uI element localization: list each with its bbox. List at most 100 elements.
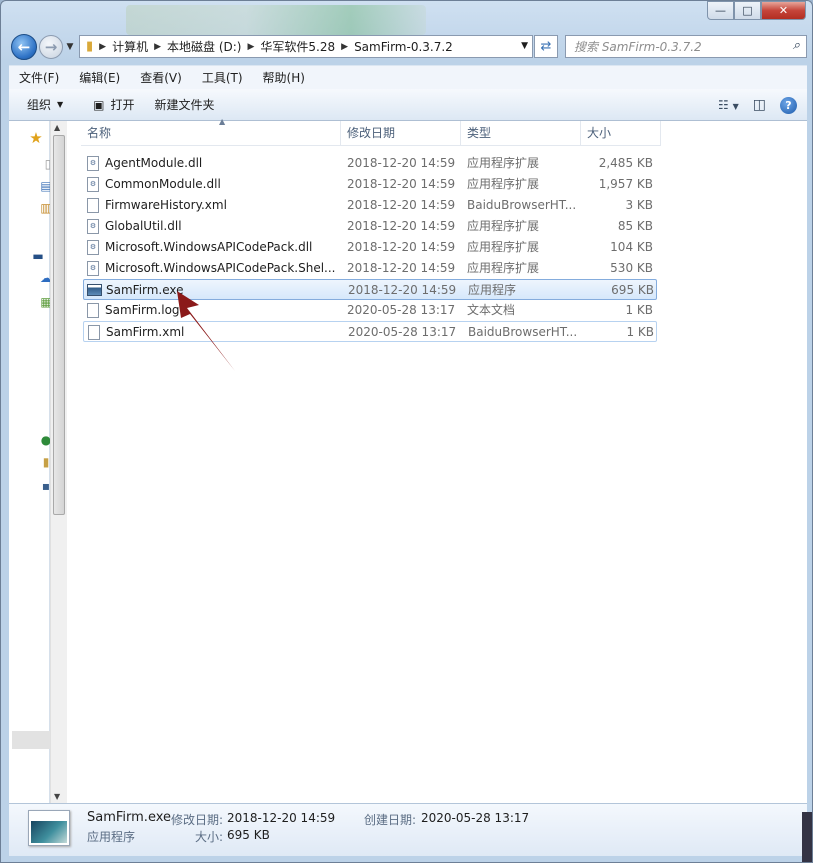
title-bar-blur (126, 5, 426, 35)
close-button[interactable]: ✕ (761, 1, 806, 20)
file-row[interactable]: ⚙ Microsoft.WindowsAPICodePack.Shel... 2… (83, 258, 657, 279)
address-bar[interactable]: ▮ ▶ 计算机 ▶ 本地磁盘 (D:) ▶ 华军软件5.28 ▶ SamFirm… (79, 35, 533, 58)
file-size: 104 KB (610, 240, 653, 254)
file-row[interactable]: ⚙ CommonModule.dll 2018-12-20 14:59 应用程序… (83, 174, 657, 195)
menu-file[interactable]: 文件(F) (9, 69, 69, 86)
breadcrumb-separator-icon[interactable]: ▶ (99, 42, 106, 52)
breadcrumb-separator-icon[interactable]: ▶ (247, 42, 254, 52)
chevron-down-icon: ▼ (732, 102, 739, 111)
breadcrumb-computer[interactable]: 计算机 (112, 38, 148, 55)
file-date: 2018-12-20 14:59 (347, 177, 456, 191)
dll-icon: ⚙ (87, 219, 99, 234)
file-date: 2018-12-20 14:59 (347, 219, 456, 233)
file-row[interactable]: SamFirm.xml 2020-05-28 13:17 BaiduBrowse… (83, 321, 657, 342)
file-row[interactable]: ⚙ GlobalUtil.dll 2018-12-20 14:59 应用程序扩展… (83, 216, 657, 237)
file-list-pane: ▲ 名称 修改日期 类型 大小 ⚙ AgentModule.dll 2018-1… (67, 117, 807, 803)
forward-arrow-icon: → (44, 38, 58, 56)
menu-tools[interactable]: 工具(T) (192, 69, 253, 86)
organize-label: 组织 (27, 98, 52, 112)
file-name: SamFirm.xml (106, 325, 185, 339)
scroll-down-icon[interactable]: ▼ (54, 792, 60, 801)
column-header: ▲ 名称 修改日期 类型 大小 (81, 117, 661, 146)
file-size: 2,485 KB (598, 156, 653, 170)
file-name: SamFirm.exe (106, 283, 184, 297)
column-size[interactable]: 大小 (581, 121, 661, 146)
app-window-icon: ▣ (93, 97, 105, 112)
nav-pane-scroll-area (12, 731, 50, 749)
breadcrumb-drive[interactable]: 本地磁盘 (D:) (167, 38, 241, 55)
open-label: 打开 (110, 98, 135, 112)
exe-icon (87, 284, 102, 296)
file-size: 695 KB (611, 283, 654, 297)
breadcrumb-separator-icon[interactable]: ▶ (341, 42, 348, 52)
scroll-thumb[interactable] (53, 135, 65, 515)
xml-icon (88, 325, 100, 340)
dll-icon: ⚙ (87, 240, 99, 255)
menu-view[interactable]: 查看(V) (130, 69, 192, 86)
details-size-value: 695 KB (227, 828, 270, 842)
file-size: 1 KB (626, 325, 654, 339)
file-name: CommonModule.dll (105, 177, 221, 191)
column-name[interactable]: 名称 (81, 121, 341, 146)
favorites-star-icon[interactable]: ★ (29, 129, 43, 147)
details-created-label: 创建日期: (364, 813, 417, 827)
organize-button[interactable]: 组织 ▼ (9, 92, 73, 118)
breadcrumb-folder[interactable]: 华军软件5.28 (260, 38, 335, 55)
menu-edit[interactable]: 编辑(E) (69, 69, 130, 86)
open-button[interactable]: ▣ 打开 (83, 92, 144, 118)
help-icon[interactable]: ? (780, 96, 797, 114)
folder-icon: ▮ (86, 39, 94, 54)
file-name: Microsoft.WindowsAPICodePack.dll (105, 240, 313, 254)
file-date: 2018-12-20 14:59 (347, 261, 456, 275)
libraries-icon[interactable]: ▬ (31, 249, 45, 263)
breadcrumb-separator-icon[interactable]: ▶ (154, 42, 161, 52)
column-date[interactable]: 修改日期 (341, 121, 461, 146)
dll-icon: ⚙ (87, 261, 99, 276)
file-size: 530 KB (610, 261, 653, 275)
address-dropdown-icon[interactable]: ▼ (521, 41, 528, 51)
menu-bar: 文件(F) 编辑(E) 查看(V) 工具(T) 帮助(H) (9, 65, 807, 89)
file-date: 2018-12-20 14:59 (347, 198, 456, 212)
refresh-icon: ⇄ (540, 39, 552, 54)
details-filename: SamFirm.exe (87, 810, 171, 825)
minimize-button[interactable]: — (707, 1, 734, 20)
maximize-button[interactable]: □ (734, 1, 761, 20)
file-name: GlobalUtil.dll (105, 219, 182, 233)
details-pane: SamFirm.exe 应用程序 修改日期: 2018-12-20 14:59 … (9, 803, 807, 856)
command-bar: 组织 ▼ ▣ 打开 新建文件夹 ☷ ▼ ◫ ? (9, 89, 807, 121)
file-row[interactable]: FirmwareHistory.xml 2018-12-20 14:59 Bai… (83, 195, 657, 216)
view-options-button[interactable]: ☷ ▼ (718, 98, 739, 112)
file-name: FirmwareHistory.xml (105, 198, 227, 212)
file-size: 1 KB (625, 303, 653, 317)
menu-help[interactable]: 帮助(H) (253, 69, 315, 86)
new-folder-button[interactable]: 新建文件夹 (145, 92, 225, 118)
file-row[interactable]: ⚙ AgentModule.dll 2018-12-20 14:59 应用程序扩… (83, 153, 657, 174)
breadcrumb-current[interactable]: SamFirm-0.3.7.2 (354, 40, 453, 54)
refresh-button[interactable]: ⇄ (534, 35, 558, 58)
file-row[interactable]: ⚙ Microsoft.WindowsAPICodePack.dll 2018-… (83, 237, 657, 258)
exe-large-icon (28, 810, 70, 846)
window-controls: — □ ✕ (707, 1, 806, 20)
file-name: AgentModule.dll (105, 156, 203, 170)
xml-icon (87, 198, 99, 213)
file-date: 2018-12-20 14:59 (347, 156, 456, 170)
search-placeholder: 搜索 SamFirm-0.3.7.2 (574, 40, 702, 54)
search-icon[interactable]: ⌕ (793, 38, 800, 53)
file-size: 3 KB (625, 198, 653, 212)
file-row-selected[interactable]: SamFirm.exe 2018-12-20 14:59 应用程序 695 KB (83, 279, 657, 300)
details-size-label: 大小: (195, 830, 224, 844)
details-created-value: 2020-05-28 13:17 (421, 811, 530, 825)
back-button[interactable]: ← (11, 34, 37, 60)
file-size: 85 KB (617, 219, 653, 233)
chevron-down-icon: ▼ (57, 100, 64, 109)
recent-pages-dropdown[interactable]: ▼ (64, 39, 76, 55)
preview-pane-button[interactable]: ◫ (753, 97, 766, 113)
search-input[interactable]: 搜索 SamFirm-0.3.7.2 ⌕ (565, 35, 807, 58)
column-type[interactable]: 类型 (461, 121, 581, 146)
nav-pane-scrollbar[interactable]: ▲ ▼ (50, 121, 67, 803)
file-row[interactable]: SamFirm.log 2020-05-28 13:17 文本文档 1 KB (83, 300, 657, 321)
dll-icon: ⚙ (87, 156, 99, 171)
details-filetype: 应用程序 (87, 830, 136, 844)
forward-button[interactable]: → (39, 35, 63, 59)
scroll-up-icon[interactable]: ▲ (54, 123, 60, 132)
